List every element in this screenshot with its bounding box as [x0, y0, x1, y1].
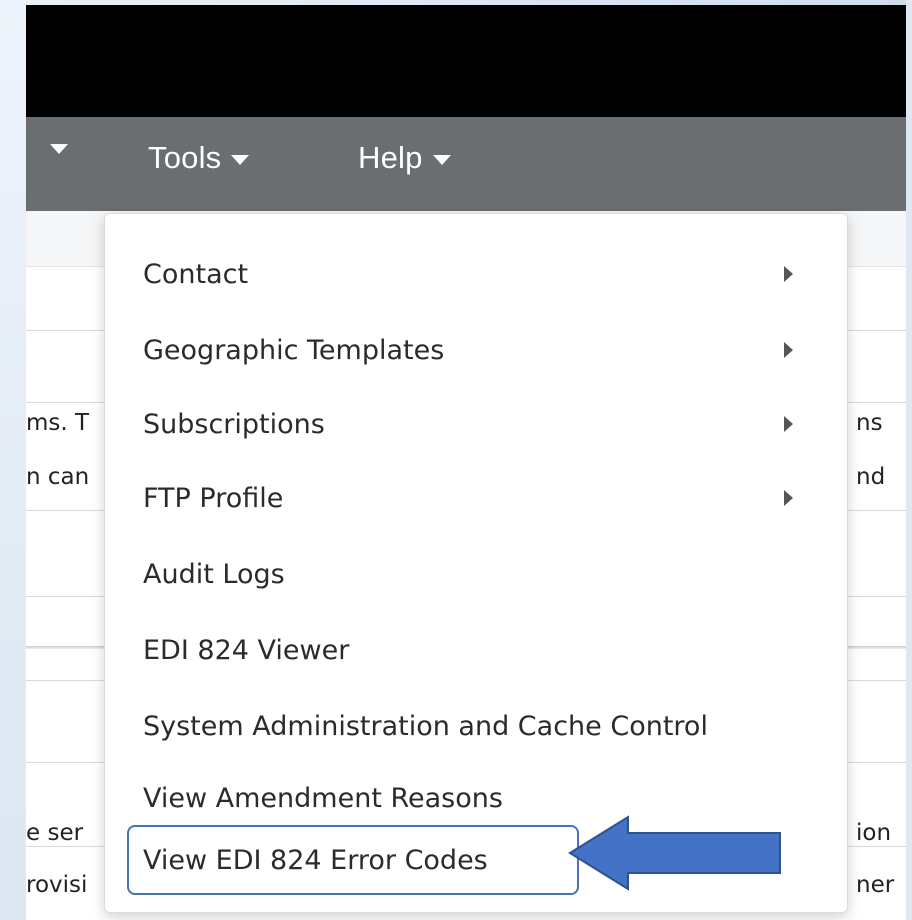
menu-item-label: System Administration and Cache Control [143, 710, 708, 742]
nav-menu-help[interactable]: Help [358, 140, 451, 176]
caret-down-icon [50, 144, 68, 154]
background-text: ns [856, 410, 883, 436]
menu-item-label: FTP Profile [143, 482, 284, 514]
caret-down-icon [231, 155, 250, 165]
background-text: e ser [26, 820, 84, 846]
caret-right-icon [784, 266, 793, 282]
menu-item-label: View Amendment Reasons [143, 782, 503, 814]
menu-item-ftp-profile[interactable]: FTP Profile [105, 460, 849, 536]
menu-item-audit-logs[interactable]: Audit Logs [105, 536, 849, 612]
menu-item-label: EDI 824 Viewer [143, 634, 350, 666]
screen-frame-left [0, 0, 26, 920]
tools-dropdown-menu: Contact Geographic Templates Subscriptio… [104, 213, 848, 913]
nav-menu-previous[interactable] [40, 140, 68, 154]
nav-menu-tools[interactable]: Tools [148, 140, 250, 176]
menu-item-label: Contact [143, 258, 249, 290]
caret-right-icon [784, 416, 793, 432]
menu-item-label: Geographic Templates [143, 334, 445, 366]
menu-item-contact[interactable]: Contact [105, 236, 849, 312]
background-text: n can [26, 464, 90, 490]
menu-item-edi-824-viewer[interactable]: EDI 824 Viewer [105, 612, 849, 688]
menu-item-label: Audit Logs [143, 558, 285, 590]
screen-frame-right [906, 0, 912, 920]
nav-help-label: Help [358, 140, 423, 175]
background-text: ms. T [26, 410, 90, 436]
caret-down-icon [432, 155, 451, 165]
background-text: ion [856, 820, 892, 846]
caret-right-icon [784, 342, 793, 358]
caret-right-icon [784, 490, 793, 506]
menu-item-geographic-templates[interactable]: Geographic Templates [105, 312, 849, 388]
background-text: rovisi [26, 872, 88, 898]
background-text: nd [856, 464, 886, 490]
left-arrow-icon [568, 815, 781, 891]
menu-item-label: View EDI 824 Error Codes [143, 844, 488, 876]
background-text: ner [856, 872, 895, 898]
menu-item-label: Subscriptions [143, 408, 325, 440]
header-bar [26, 5, 906, 117]
menu-item-subscriptions[interactable]: Subscriptions [105, 386, 849, 462]
menu-item-system-administration[interactable]: System Administration and Cache Control [105, 688, 849, 764]
nav-tools-label: Tools [148, 140, 222, 175]
